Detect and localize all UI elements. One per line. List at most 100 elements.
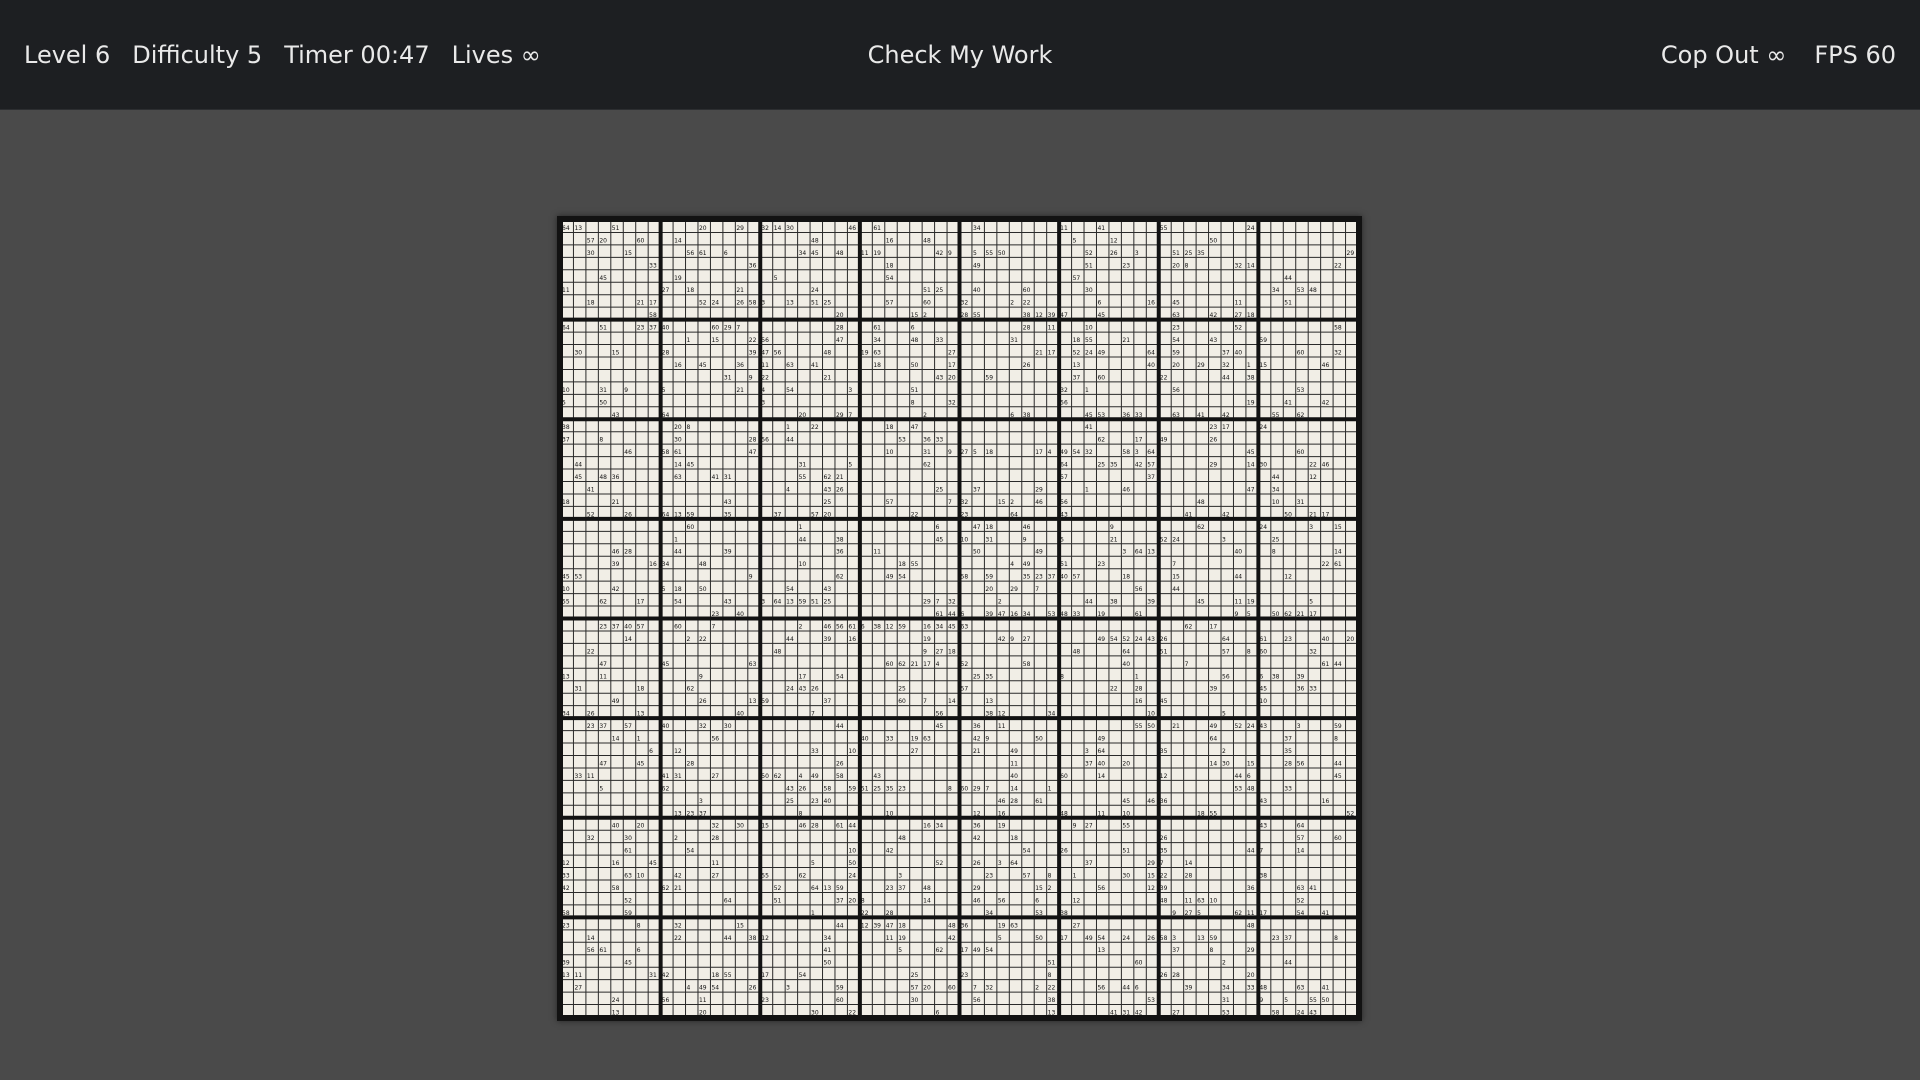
cell-clue: 34 xyxy=(973,225,981,232)
cell-clue: 19 xyxy=(923,636,931,643)
cell-clue: 23 xyxy=(961,972,969,979)
cell-clue: 34 xyxy=(799,250,807,257)
cell-clue: 18 xyxy=(674,586,682,593)
cell-clue: 28 xyxy=(1172,972,1180,979)
cell-clue: 25 xyxy=(1185,250,1193,257)
cell-clue: 6 xyxy=(936,1010,940,1017)
cell-clue: 27 xyxy=(711,873,719,880)
cell-clue: 63 xyxy=(1010,922,1018,929)
cell-clue: 59 xyxy=(1259,337,1267,344)
status-group: Level 6 Difficulty 5 Timer 00:47 Lives ∞ xyxy=(24,0,541,109)
cell-clue: 3 xyxy=(699,798,703,805)
cop-out-button[interactable]: Cop Out ∞ xyxy=(1661,41,1786,69)
cell-clue: 13 xyxy=(674,810,682,817)
cell-clue: 7 xyxy=(1035,586,1039,593)
cell-clue: 61 xyxy=(1334,561,1342,568)
cell-clue: 23 xyxy=(687,810,695,817)
cell-clue: 5 xyxy=(1073,237,1077,244)
cell-clue: 43 xyxy=(799,686,807,693)
level-indicator: Level 6 xyxy=(24,40,111,69)
cell-clue: 49 xyxy=(699,985,707,992)
cell-clue: 9 xyxy=(1010,636,1014,643)
cell-clue: 27 xyxy=(1234,312,1242,319)
cell-clue: 10 xyxy=(886,810,894,817)
cell-clue: 44 xyxy=(836,922,844,929)
cell-clue: 30 xyxy=(1259,462,1267,469)
check-my-work-button[interactable]: Check My Work xyxy=(852,0,1069,109)
cell-clue: 44 xyxy=(574,462,582,469)
cell-clue: 20 xyxy=(824,511,832,518)
cell-clue: 52 xyxy=(624,897,632,904)
cell-clue: 8 xyxy=(1185,262,1189,269)
cell-clue: 26 xyxy=(699,698,707,705)
cell-clue: 50 xyxy=(824,960,832,967)
cell-clue: 23 xyxy=(1172,325,1180,332)
cell-clue: 10 xyxy=(848,748,856,755)
cell-clue: 14 xyxy=(774,225,782,232)
cell-clue: 8 xyxy=(599,437,603,444)
cell-clue: 27 xyxy=(574,985,582,992)
cell-clue: 29 xyxy=(736,225,744,232)
cell-clue: 30 xyxy=(624,835,632,842)
cell-clue: 39 xyxy=(873,922,881,929)
cell-clue: 48 xyxy=(923,885,931,892)
cell-clue: 61 xyxy=(848,623,856,630)
cell-clue: 54 xyxy=(1023,848,1031,855)
cell-clue: 11 xyxy=(1060,225,1068,232)
cell-clue: 40 xyxy=(662,723,670,730)
cell-clue: 53 xyxy=(574,574,582,581)
cell-clue: 57 xyxy=(1222,648,1230,655)
cell-clue: 55 xyxy=(562,599,570,606)
cell-clue: 41 xyxy=(587,486,595,493)
cell-clue: 50 xyxy=(848,860,856,867)
cell-clue: 11 xyxy=(1247,910,1255,917)
cell-clue: 23 xyxy=(1035,574,1043,581)
cell-clue: 8 xyxy=(799,810,803,817)
cell-clue: 62 xyxy=(774,773,782,780)
cell-clue: 23 xyxy=(599,623,607,630)
cell-clue: 24 xyxy=(848,873,856,880)
cell-clue: 42 xyxy=(973,736,981,743)
cell-clue: 15 xyxy=(998,499,1006,506)
cell-clue: 49 xyxy=(1097,636,1105,643)
cell-clue: 59 xyxy=(687,511,695,518)
cell-clue: 62 xyxy=(1297,412,1305,419)
cell-clue: 32 xyxy=(948,399,956,406)
cell-clue: 11 xyxy=(1185,897,1193,904)
cell-clue: 59 xyxy=(761,698,769,705)
cell-clue: 33 xyxy=(574,773,582,780)
cell-clue: 40 xyxy=(612,823,620,830)
cell-clue: 20 xyxy=(799,412,807,419)
cell-clue: 38 xyxy=(985,711,993,718)
cell-clue: 49 xyxy=(1160,437,1168,444)
cell-clue: 10 xyxy=(848,848,856,855)
cell-clue: 42 xyxy=(1135,462,1143,469)
cell-clue: 1 xyxy=(1085,486,1089,493)
cell-clue: 33 xyxy=(936,337,944,344)
cell-clue: 10 xyxy=(1272,499,1280,506)
cell-clue: 49 xyxy=(612,698,620,705)
cell-clue: 22 xyxy=(848,1010,856,1017)
cell-clue: 40 xyxy=(1060,574,1068,581)
cell-clue: 48 xyxy=(699,561,707,568)
cell-clue: 14 xyxy=(923,897,931,904)
cell-clue: 51 xyxy=(811,300,819,307)
cell-clue: 34 xyxy=(1048,711,1056,718)
cell-clue: 64 xyxy=(1147,349,1155,356)
cell-clue: 23 xyxy=(1272,935,1280,942)
cell-clue: 21 xyxy=(911,661,919,668)
cell-clue: 13 xyxy=(786,599,794,606)
cell-clue: 59 xyxy=(799,599,807,606)
cell-clue: 52 xyxy=(1160,536,1168,543)
puzzle-board[interactable]: 64 13 51 20 29 32 14 30 46 61 34 11 41 55 24 57 20 60 14 48… xyxy=(557,216,1362,1021)
cell-clue: 54 xyxy=(799,972,807,979)
cell-clue: 12 xyxy=(1073,897,1081,904)
cell-clue: 22 xyxy=(861,910,869,917)
cell-clue: 63 xyxy=(674,474,682,481)
cell-clue: 42 xyxy=(662,972,670,979)
puzzle-grid[interactable]: 64 13 51 20 29 32 14 30 46 61 34 11 41 55 2457 20 60 14 48… xyxy=(557,216,1362,1021)
cell-clue: 13 xyxy=(674,511,682,518)
cell-clue: 10 xyxy=(961,536,969,543)
cell-clue: 56 xyxy=(1060,399,1068,406)
cell-clue: 26 xyxy=(836,760,844,767)
